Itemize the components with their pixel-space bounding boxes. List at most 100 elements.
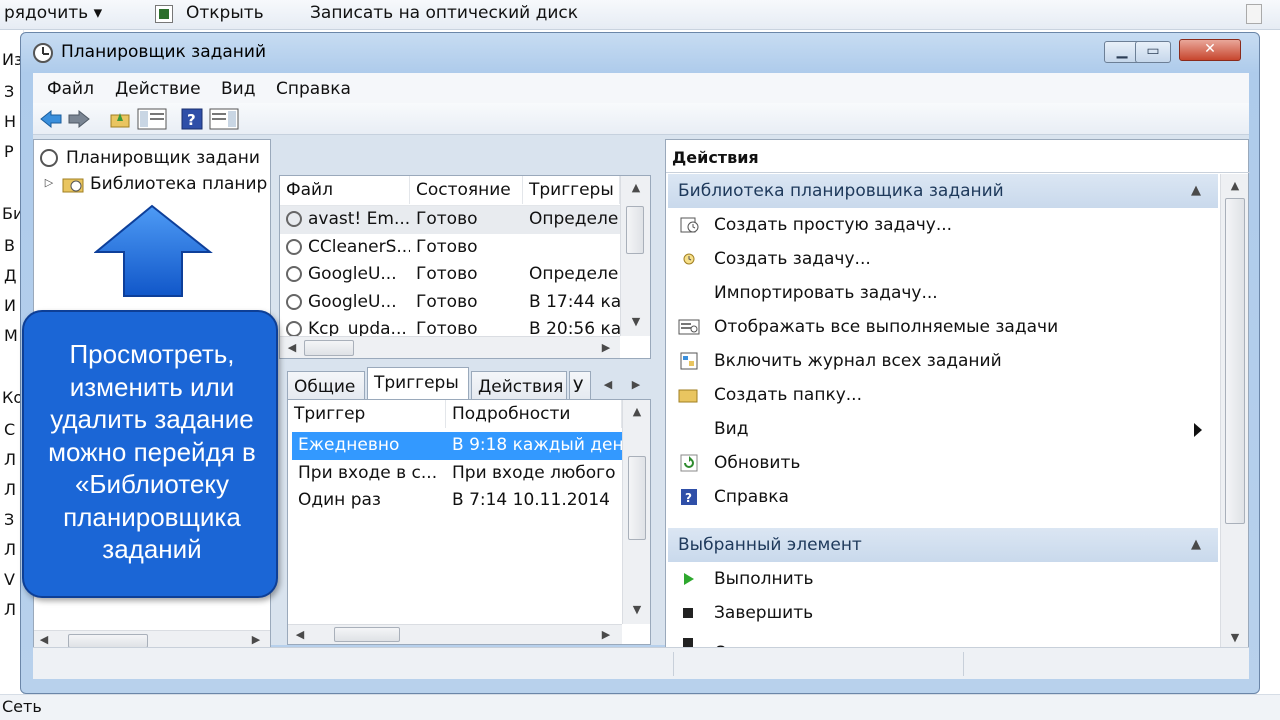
task-name: CCleanerS... [308,236,410,257]
table-row[interactable]: При входе в с... При входе любого [292,460,622,488]
action-run[interactable]: Выполнить [670,562,1210,596]
task-clock-icon [286,321,302,336]
divider [666,172,1250,173]
scroll-thumb[interactable] [626,206,644,254]
tab-scroll-buttons: ◀ ▶ [593,373,651,397]
scroll-thumb[interactable] [628,456,646,540]
action-refresh[interactable]: Обновить [670,446,1210,480]
details-pane-icon[interactable] [1246,4,1262,24]
section-header-selected[interactable]: Выбранный элемент ▲ [668,528,1218,562]
section-header-library[interactable]: Библиотека планировщика заданий ▲ [668,174,1218,208]
tab-scroll-right-icon[interactable]: ▶ [623,377,649,393]
table-row[interactable]: Ежедневно В 9:18 каждый ден [292,432,622,460]
table-row[interactable]: Kcp_upda... Готово В 20:56 ка [280,316,620,336]
scroll-right-icon[interactable]: ▶ [598,627,614,643]
network-label[interactable]: Сеть [2,697,42,716]
column-header-file[interactable]: Файл [280,176,410,204]
scroll-down-icon[interactable]: ▼ [629,602,645,618]
title-bar[interactable]: Планировщик заданий ▁ ▭ ✕ [21,33,1259,71]
scroll-thumb[interactable] [1225,198,1245,524]
action-label: Создать задачу... [714,249,871,269]
collapse-icon[interactable]: ▲ [1188,183,1204,199]
scroll-right-icon[interactable]: ▶ [248,632,264,648]
table-row[interactable]: CCleanerS... Готово [280,234,620,262]
explorer-toolbar: рядочить ▾ Открыть Записать на оптически… [0,0,1280,30]
action-create-task[interactable]: Создать задачу... [670,242,1210,276]
triggers-h-scrollbar[interactable]: ◀ ▶ [288,624,622,644]
tasks-body: avast! Em... Готово Определе CCleanerS..… [280,206,620,336]
actions-pane-title: Действия [672,148,759,167]
open-button[interactable]: Открыть [186,3,264,23]
explorer-status-bar: Сеть [0,694,1280,720]
tasks-h-scrollbar[interactable]: ◀ ▶ [280,336,620,358]
nav-fragment: И [4,296,16,315]
tree-item-library[interactable]: ▷ Библиотека планир [44,172,270,198]
triggers-v-scrollbar[interactable]: ▲ ▼ [622,400,650,624]
section-title: Выбранный элемент [678,535,862,555]
nav-fragment: Д [4,266,17,285]
table-row[interactable]: GoogleU... Готово Определе [280,261,620,289]
scroll-left-icon[interactable]: ◀ [36,632,52,648]
menu-help[interactable]: Справка [276,79,351,99]
up-folder-icon[interactable] [109,109,131,129]
action-label: Обновить [714,453,801,473]
task-state: Готово [416,319,478,336]
show-hide-console-icon[interactable] [137,108,167,130]
organize-menu[interactable]: рядочить ▾ [4,3,102,23]
task-trigger: В 17:44 ка [529,291,620,312]
scroll-thumb[interactable] [304,340,354,356]
scroll-up-icon[interactable]: ▲ [629,404,645,420]
column-header-trigger[interactable]: Триггер [288,400,446,428]
nav-fragment: З [4,510,15,529]
burn-button[interactable]: Записать на оптический диск [310,3,578,23]
menu-file[interactable]: Файл [47,79,94,99]
scroll-left-icon[interactable]: ◀ [292,627,308,643]
action-create-basic-task[interactable]: Создать простую задачу... [670,208,1210,242]
column-header-triggers[interactable]: Триггеры [523,176,620,204]
tree-root[interactable]: Планировщик задани [38,146,268,172]
task-name: Kcp_upda... [308,319,407,336]
scroll-down-icon[interactable]: ▼ [1227,630,1243,646]
task-trigger: Определе [529,264,619,284]
expand-arrow-icon[interactable]: ▷ [44,175,54,191]
action-enable-history[interactable]: Включить журнал всех заданий [670,344,1210,378]
triggers-header: Триггер Подробности [288,400,622,428]
forward-arrow-icon[interactable] [67,109,91,129]
scroll-up-icon[interactable]: ▲ [1227,178,1243,194]
actions-v-scrollbar[interactable]: ▲ ▼ [1220,174,1248,650]
action-end[interactable]: Завершить [670,596,1210,630]
scroll-thumb[interactable] [334,627,400,642]
action-help[interactable]: ? Справка [670,480,1210,514]
collapse-icon[interactable]: ▲ [1188,537,1204,553]
action-label: Отображать все выполняемые задачи [714,317,1059,337]
task-state: Готово [416,264,478,284]
tab-scroll-left-icon[interactable]: ◀ [595,377,621,393]
action-create-folder[interactable]: Создать папку... [670,378,1210,412]
scroll-left-icon[interactable]: ◀ [284,340,300,356]
maximize-button[interactable]: ▭ [1135,41,1171,63]
close-button[interactable]: ✕ [1179,39,1241,61]
action-label: Включить журнал всех заданий [714,351,1002,371]
tab-triggers[interactable]: Триггеры [367,367,469,401]
back-arrow-icon[interactable] [39,109,63,129]
scroll-down-icon[interactable]: ▼ [628,314,644,330]
table-row[interactable]: GoogleU... Готово В 17:44 ка [280,289,620,317]
nav-fragment: V [4,570,15,589]
help-icon[interactable]: ? [181,108,203,130]
table-row[interactable]: Один раз В 7:14 10.11.2014 [292,487,622,515]
action-view[interactable]: Вид [670,412,1210,446]
tasks-list: Файл Состояние Триггеры avast! Em... Гот… [279,175,651,359]
scroll-right-icon[interactable]: ▶ [598,340,614,356]
table-row[interactable]: avast! Em... Готово Определе [280,206,620,234]
column-header-details[interactable]: Подробности [446,400,622,428]
show-action-pane-icon[interactable] [209,108,239,130]
scroll-up-icon[interactable]: ▲ [628,180,644,196]
action-display-running[interactable]: Отображать все выполняемые задачи [670,310,1210,344]
column-header-state[interactable]: Состояние [410,176,523,204]
action-import-task[interactable]: Импортировать задачу... [670,276,1210,310]
menu-view[interactable]: Вид [221,79,255,99]
scroll-thumb[interactable] [68,634,148,648]
menu-action[interactable]: Действие [115,79,201,99]
window-status-bar [33,647,1249,679]
tasks-v-scrollbar[interactable]: ▲ ▼ [620,176,650,336]
